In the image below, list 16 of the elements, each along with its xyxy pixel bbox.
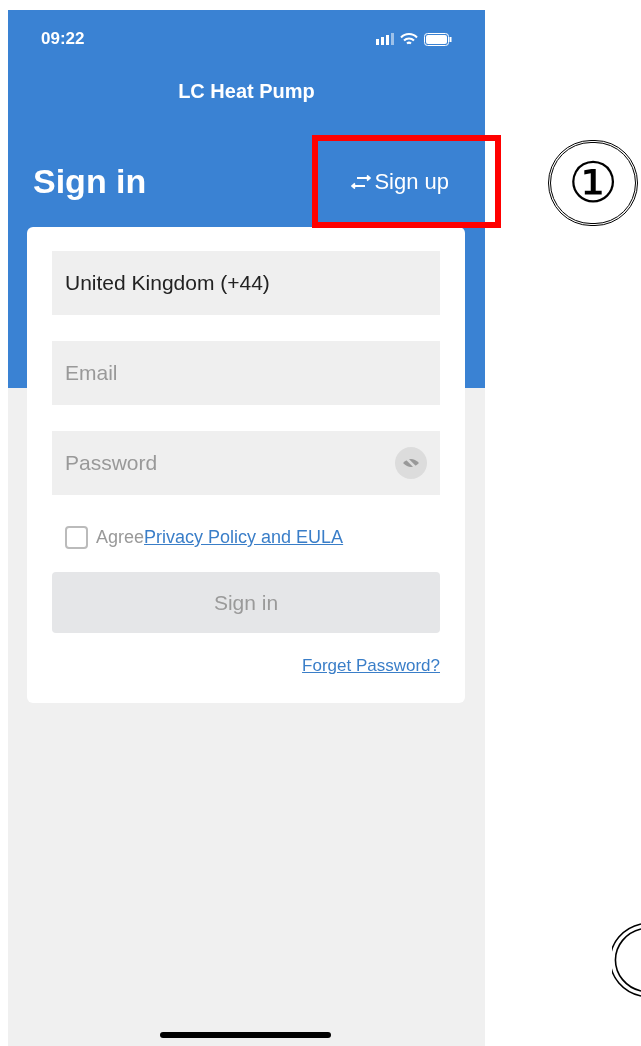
privacy-policy-link[interactable]: Privacy Policy and EULA [144, 527, 344, 547]
wifi-icon [400, 32, 418, 46]
password-field[interactable]: Password [52, 431, 440, 495]
battery-icon [424, 32, 452, 46]
agree-checkbox[interactable] [65, 526, 88, 549]
page-heading: Sign in [33, 161, 147, 202]
email-field[interactable]: Email [52, 341, 440, 405]
hidden-eye-icon[interactable] [395, 447, 427, 479]
country-field[interactable]: United Kingdom (+44) [52, 251, 440, 315]
swap-arrows-icon [351, 174, 372, 189]
signal-icon [376, 33, 394, 45]
forgot-password-link[interactable]: Forget Password? [302, 653, 440, 679]
sign-up-link[interactable]: Sign up [351, 165, 449, 198]
agreement-text: AgreePrivacy Policy and EULA [96, 526, 344, 549]
status-time: 09:22 [41, 28, 85, 51]
app-title: LC Heat Pump [178, 79, 315, 104]
